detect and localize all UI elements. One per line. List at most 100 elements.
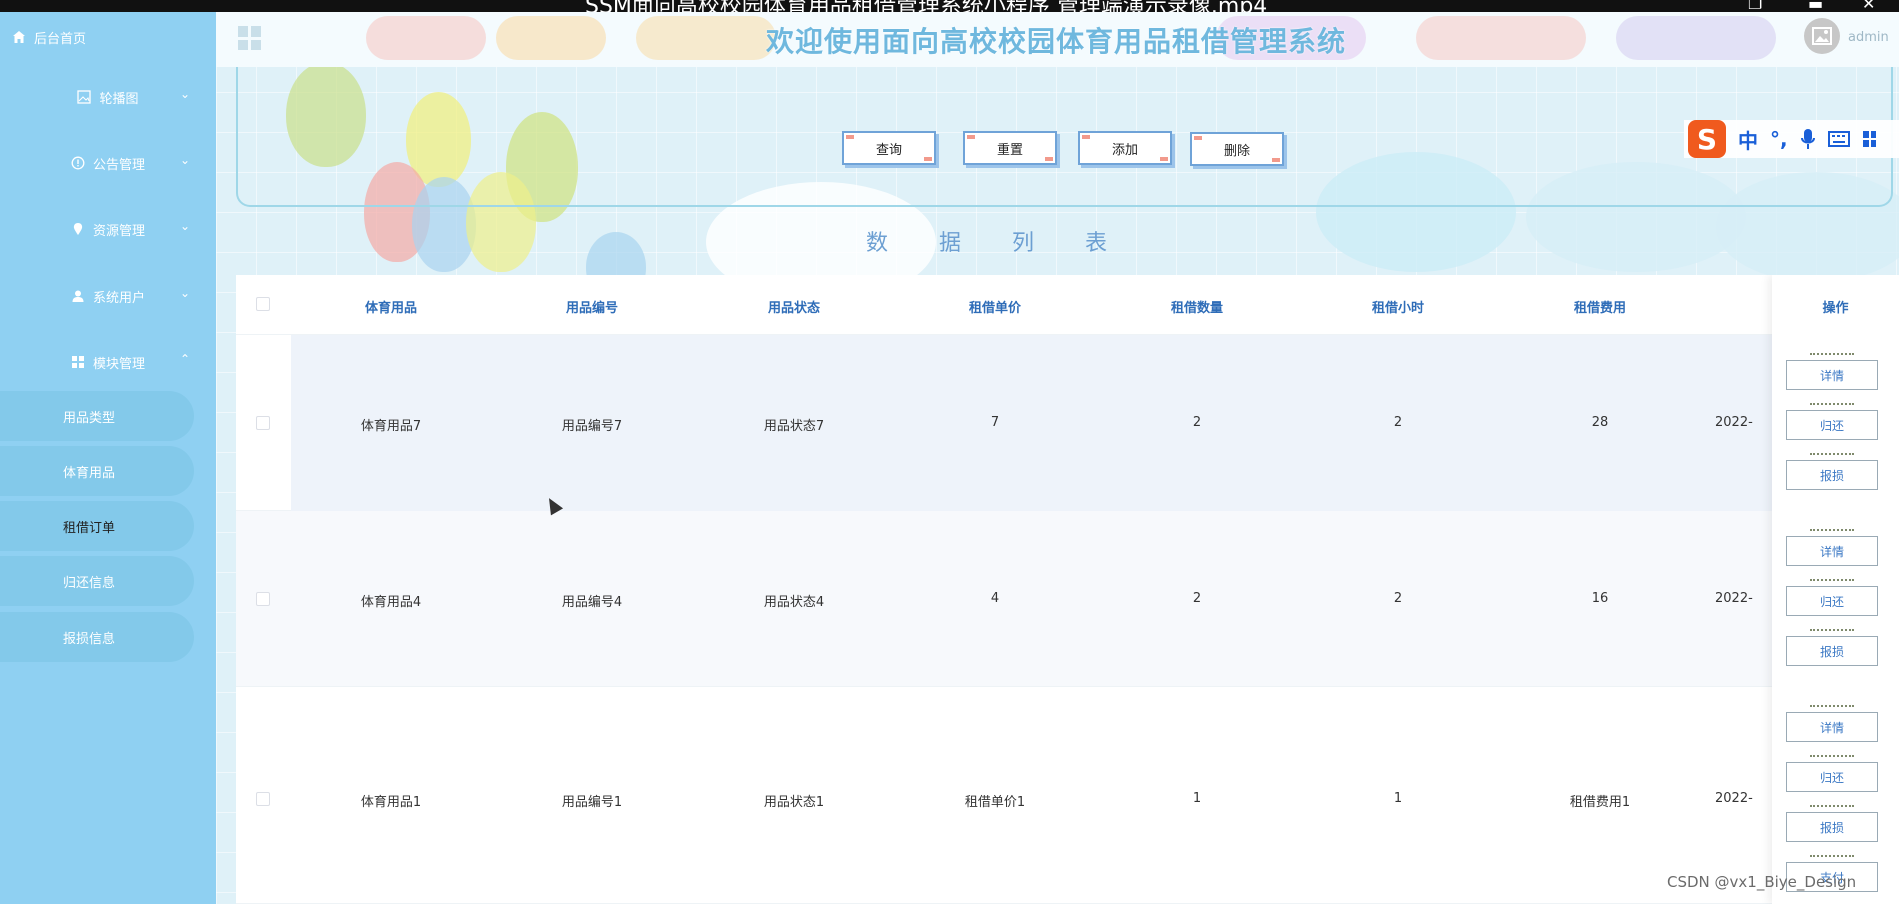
- return-button[interactable]: 归还: [1786, 586, 1878, 616]
- button-decoration: [1810, 579, 1854, 585]
- table-cell: 体育用品7: [360, 419, 422, 434]
- col-header: 用品编号: [565, 301, 618, 316]
- detail-button[interactable]: 详情: [1786, 712, 1878, 742]
- submenu-label: 租借订单: [63, 520, 116, 536]
- return-button[interactable]: 归还: [1786, 762, 1878, 792]
- keyboard-icon[interactable]: [1827, 131, 1850, 147]
- detail-button[interactable]: 详情: [1786, 360, 1878, 390]
- query-button[interactable]: 查询: [842, 131, 936, 165]
- submenu-label: 报损信息: [63, 631, 116, 647]
- table-cell: 用品编号7: [561, 419, 623, 434]
- menu-modules[interactable]: 模块管理 ⌃: [0, 342, 216, 382]
- sidebar-home[interactable]: 后台首页: [12, 26, 86, 48]
- paint-decoration: [636, 16, 776, 60]
- menu-label: 模块管理: [92, 356, 145, 372]
- table-cell-date: 2022-: [1715, 791, 1753, 806]
- chevron-down-icon: ⌄: [179, 219, 190, 233]
- sidebar-home-label: 后台首页: [34, 31, 87, 47]
- menu-carousel[interactable]: 轮播图 ⌄: [0, 77, 216, 117]
- video-title: SSM面向高校校园体育用品租借管理系统小程序 管理端演示录像.mp4: [585, 0, 1267, 12]
- menu-label: 轮播图: [99, 91, 139, 107]
- watermark: CSDN @vx1_Biye_Design: [1667, 873, 1857, 891]
- menu-resource[interactable]: 资源管理 ⌄: [0, 209, 216, 249]
- submenu-item-orders[interactable]: 租借订单: [0, 501, 194, 551]
- avatar[interactable]: [1804, 18, 1840, 54]
- damage-button[interactable]: 报损: [1786, 812, 1878, 842]
- menu-label: 公告管理: [92, 157, 145, 173]
- button-decoration: [1810, 755, 1854, 761]
- table-cell: 4: [990, 591, 1000, 606]
- row-checkbox[interactable]: [256, 416, 270, 430]
- button-decoration: [1810, 403, 1854, 409]
- col-header: 体育用品: [364, 301, 417, 316]
- menu-users[interactable]: 系统用户 ⌄: [0, 276, 216, 316]
- search-panel: [236, 67, 1893, 207]
- paint-decoration: [366, 16, 486, 60]
- menu-label: 系统用户: [92, 290, 145, 306]
- row-checkbox[interactable]: [256, 792, 270, 806]
- menu-label: 资源管理: [92, 223, 145, 239]
- microphone-icon[interactable]: [1800, 128, 1816, 150]
- detail-button[interactable]: 详情: [1786, 536, 1878, 566]
- row-checkbox[interactable]: [256, 592, 270, 606]
- paint-decoration: [1616, 16, 1776, 60]
- button-decoration: [1810, 353, 1854, 359]
- menu-notice[interactable]: 公告管理 ⌄: [0, 143, 216, 183]
- home-icon: [13, 31, 25, 43]
- submenu-item-goods[interactable]: 体育用品: [0, 446, 194, 496]
- user-icon: [72, 290, 84, 302]
- table-cell: 用品状态1: [763, 795, 825, 810]
- select-all-checkbox[interactable]: [256, 297, 270, 311]
- apps-icon[interactable]: [1862, 130, 1876, 148]
- table-cell: 体育用品1: [360, 795, 422, 810]
- button-decoration: [1810, 529, 1854, 535]
- close-icon[interactable]: ✕: [1862, 0, 1875, 12]
- table-cell: 2: [1393, 591, 1403, 606]
- return-button[interactable]: 归还: [1786, 410, 1878, 440]
- table-cell: 1: [1192, 791, 1202, 806]
- table-cell: 28: [1591, 415, 1609, 430]
- top-header: 欢迎使用面向高校校园体育用品租借管理系统 admin: [216, 12, 1899, 67]
- table-cell: 用品编号4: [561, 595, 623, 610]
- reset-button[interactable]: 重置: [963, 131, 1057, 165]
- minimize-icon[interactable]: ▬: [1808, 0, 1823, 12]
- sogou-logo-icon: S: [1688, 120, 1726, 158]
- table-row[interactable]: 体育用品4 用品编号4 用品状态4 4 2 2 16 2022-: [236, 511, 1899, 687]
- restore-icon[interactable]: ❐: [1748, 0, 1762, 12]
- add-button[interactable]: 添加: [1078, 131, 1172, 165]
- user-name[interactable]: admin: [1848, 30, 1889, 45]
- ime-toolbar[interactable]: S 中 °,: [1684, 120, 1899, 158]
- submenu-label: 体育用品: [63, 465, 116, 481]
- damage-button[interactable]: 报损: [1786, 636, 1878, 666]
- picture-icon: [1812, 27, 1832, 45]
- punctuation-icon[interactable]: °,: [1770, 127, 1788, 151]
- submenu-label: 用品类型: [63, 410, 116, 426]
- submenu-item-damage[interactable]: 报损信息: [0, 612, 194, 662]
- table-row[interactable]: 体育用品7 用品编号7 用品状态7 7 2 2 28 2022-: [236, 335, 1899, 511]
- ime-mode[interactable]: 中: [1738, 125, 1758, 154]
- delete-button[interactable]: 删除: [1190, 132, 1284, 166]
- table-cell: 租借费用1: [1569, 795, 1631, 810]
- chevron-up-icon: ⌃: [179, 352, 190, 366]
- table-cell: 2: [1192, 591, 1202, 606]
- data-table: 体育用品 用品编号 用品状态 租借单价 租借数量 租借小时 租借费用 体育用品7…: [236, 275, 1899, 904]
- submenu-item-return[interactable]: 归还信息: [0, 556, 194, 606]
- button-decoration: [1810, 805, 1854, 811]
- table-header: 体育用品 用品编号 用品状态 租借单价 租借数量 租借小时 租借费用: [236, 275, 1899, 335]
- menu-toggle-icon[interactable]: [238, 26, 262, 50]
- submenu-item-type[interactable]: 用品类型: [0, 391, 194, 441]
- col-header: 用品状态: [767, 301, 820, 316]
- button-decoration: [1810, 855, 1854, 861]
- paint-decoration: [496, 16, 606, 60]
- submenu-label: 归还信息: [63, 575, 116, 591]
- table-cell: 16: [1591, 591, 1609, 606]
- pin-icon: [73, 223, 83, 235]
- col-header-ops: 操作: [1822, 301, 1849, 316]
- table-cell-date: 2022-: [1715, 415, 1753, 430]
- col-header: 租借费用: [1573, 301, 1626, 316]
- table-cell: 体育用品4: [360, 595, 422, 610]
- grid-icon: [71, 356, 84, 368]
- chevron-down-icon: ⌄: [179, 87, 190, 101]
- table-row[interactable]: 体育用品1 用品编号1 用品状态1 租借单价1 1 1 租借费用1 2022-: [236, 687, 1899, 904]
- damage-button[interactable]: 报损: [1786, 460, 1878, 490]
